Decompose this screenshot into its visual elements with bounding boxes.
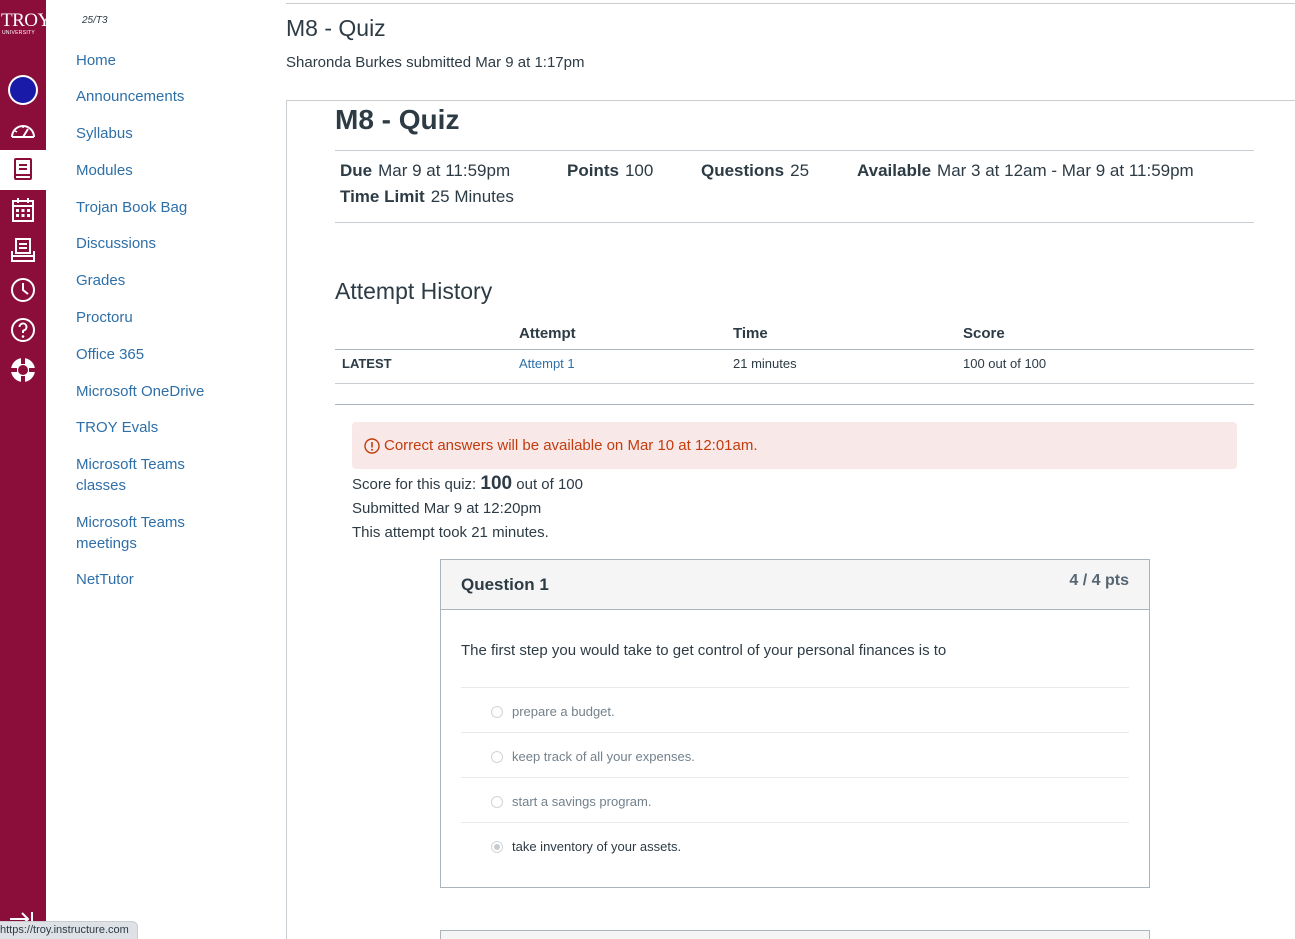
question-points: 4 / 4 pts <box>1069 572 1129 589</box>
calendar-nav-button[interactable] <box>0 190 46 230</box>
attempt-section-divider <box>335 404 1254 405</box>
question-header: Question 1 4 / 4 pts <box>441 560 1149 610</box>
time-limit-label: Time Limit <box>340 187 425 206</box>
points-value: 100 <box>624 161 654 180</box>
attempt-duration: This attempt took 21 minutes. <box>352 524 549 541</box>
course-nav-troy-evals[interactable]: TROY Evals <box>76 417 256 438</box>
next-question-card <box>440 930 1150 939</box>
available-label: Available <box>857 161 932 180</box>
answer-radio[interactable] <box>491 796 503 808</box>
latest-label: LATEST <box>342 356 392 371</box>
logo-text: TROY <box>1 10 51 31</box>
quiz-questions: Questions 25 <box>701 161 809 181</box>
answer-divider <box>461 732 1129 733</box>
score-prefix: Score for this quiz: <box>352 476 477 493</box>
attempt-link[interactable]: Attempt 1 <box>519 356 575 371</box>
answer-option-selected: take inventory of your assets. <box>512 839 682 854</box>
answer-radio-selected[interactable] <box>491 841 503 853</box>
inbox-icon <box>11 238 35 262</box>
course-nav-modules[interactable]: Modules <box>76 160 256 181</box>
dashboard-nav-button[interactable] <box>0 110 46 150</box>
course-nav-office-365[interactable]: Office 365 <box>76 344 256 365</box>
history-nav-button[interactable] <box>0 270 46 310</box>
course-nav-home[interactable]: Home <box>76 50 256 71</box>
attempt-score: 100 out of 100 <box>963 356 1047 371</box>
troy-logo[interactable]: TROY UNIVERSITY <box>0 10 51 36</box>
clock-icon <box>11 278 35 302</box>
attempt-time: 21 minutes <box>733 356 797 371</box>
quiz-title: M8 - Quiz <box>335 104 460 135</box>
browser-status-bar: https://troy.instructure.com <box>0 921 138 939</box>
quiz-details-divider-top <box>335 150 1254 151</box>
quiz-points: Points 100 <box>567 161 653 181</box>
header-divider <box>286 3 1295 4</box>
score-summary: Score for this quiz: 100 out of 100 <box>352 473 583 495</box>
quiz-details-divider-bottom <box>335 222 1254 223</box>
answer-option: keep track of all your expenses. <box>512 749 695 764</box>
course-nav-discussions[interactable]: Discussions <box>76 233 256 254</box>
answer-option: prepare a budget. <box>512 704 615 719</box>
answer-divider <box>461 777 1129 778</box>
global-nav: TROY UNIVERSITY <box>0 0 51 939</box>
attempt-table-row-divider <box>335 383 1254 384</box>
attempt-history-heading: Attempt History <box>335 278 493 304</box>
help-icon <box>11 318 35 342</box>
answer-divider <box>461 687 1129 688</box>
help-nav-button[interactable] <box>0 310 46 350</box>
quiz-due: Due Mar 9 at 11:59pm <box>340 161 510 181</box>
dashboard-icon <box>11 125 35 138</box>
answer-radio[interactable] <box>491 706 503 718</box>
resources-nav-button[interactable] <box>0 350 46 390</box>
account-nav-button[interactable] <box>0 70 46 110</box>
course-nav-teams-meetings[interactable]: Microsoft Teams meetings <box>76 512 206 554</box>
course-nav-trojan-book-bag[interactable]: Trojan Book Bag <box>76 197 256 218</box>
course-nav-announcements[interactable]: Announcements <box>76 86 256 107</box>
question-text: The first step you would take to get con… <box>461 642 947 659</box>
term-label: 25/T3 <box>82 15 108 26</box>
answer-option: start a savings program. <box>512 794 652 809</box>
answer-divider <box>461 822 1129 823</box>
questions-value: 25 <box>790 161 810 180</box>
avatar-image <box>10 77 36 103</box>
time-limit-value: 25 Minutes <box>430 187 514 206</box>
answer-radio[interactable] <box>491 751 503 763</box>
warning-icon <box>364 437 380 454</box>
courses-nav-button[interactable] <box>0 150 46 190</box>
course-nav-nettutor[interactable]: NetTutor <box>76 569 256 590</box>
attempt-table-header-divider <box>335 349 1254 350</box>
courses-icon <box>14 158 32 180</box>
course-nav-grades[interactable]: Grades <box>76 270 256 291</box>
column-header-attempt: Attempt <box>519 325 576 342</box>
due-value: Mar 9 at 11:59pm <box>378 161 511 180</box>
correct-answers-alert: Correct answers will be available on Mar… <box>352 422 1237 469</box>
points-label: Points <box>567 161 619 180</box>
course-nav-proctoru[interactable]: Proctoru <box>76 307 256 328</box>
course-nav-onedrive[interactable]: Microsoft OneDrive <box>76 381 256 402</box>
available-value: Mar 3 at 12am - Mar 9 at 11:59pm <box>937 161 1194 180</box>
quiz-time-limit: Time Limit 25 Minutes <box>340 187 514 207</box>
course-nav-syllabus[interactable]: Syllabus <box>76 123 256 144</box>
course-nav: 25/T3 Home Announcements Syllabus Module… <box>46 0 286 939</box>
calendar-icon <box>12 198 34 222</box>
questions-label: Questions <box>701 161 785 180</box>
question-card: Question 1 4 / 4 pts The first step you … <box>440 559 1150 888</box>
question-name: Question 1 <box>461 575 549 594</box>
submitted-time: Submitted Mar 9 at 12:20pm <box>352 500 542 517</box>
column-header-time: Time <box>733 325 768 342</box>
quiz-available: Available Mar 3 at 12am - Mar 9 at 11:59p… <box>857 161 1194 181</box>
column-header-score: Score <box>963 325 1005 342</box>
due-label: Due <box>340 161 373 180</box>
page-title: M8 - Quiz <box>286 15 386 41</box>
submitted-by-text: Sharonda Burkes submitted Mar 9 at 1:17p… <box>286 54 585 71</box>
lifebuoy-icon <box>11 358 35 382</box>
score-suffix: out of 100 <box>516 476 583 493</box>
score-value: 100 <box>480 473 513 494</box>
alert-text: Correct answers will be available on Mar… <box>384 437 758 454</box>
inbox-nav-button[interactable] <box>0 230 46 270</box>
avatar <box>8 75 38 105</box>
course-nav-teams-classes[interactable]: Microsoft Teams classes <box>76 454 206 496</box>
